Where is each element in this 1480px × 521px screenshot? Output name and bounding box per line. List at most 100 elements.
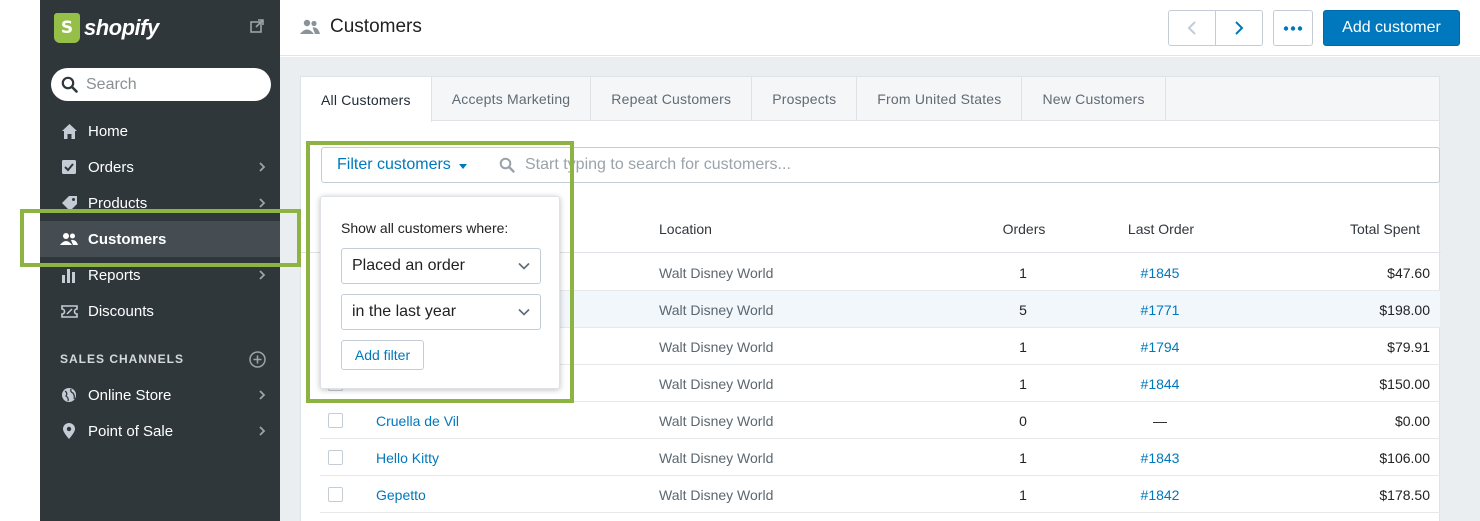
sidebar-item-orders[interactable]: Orders bbox=[40, 149, 280, 185]
last-order-link: — bbox=[1153, 413, 1167, 429]
external-link-icon[interactable] bbox=[250, 19, 264, 33]
globe-icon bbox=[60, 386, 78, 404]
chevron-left-icon bbox=[1187, 21, 1196, 35]
sidebar-item-products[interactable]: Products bbox=[40, 185, 280, 221]
section-label: SALES CHANNELS bbox=[60, 352, 185, 366]
table-row[interactable]: Hello Kitty Walt Disney World 1 #1843 $106.0… bbox=[320, 439, 1440, 476]
filter-popover-label: Show all customers where: bbox=[341, 220, 509, 236]
filter-popover: Show all customers where: Placed an orde… bbox=[320, 196, 560, 389]
chevron-down-icon bbox=[518, 262, 530, 270]
row-checkbox[interactable] bbox=[328, 487, 343, 502]
customer-location: Walt Disney World bbox=[659, 450, 774, 466]
chevron-down-icon bbox=[518, 308, 530, 316]
customer-total-spent: $0.00 bbox=[1394, 413, 1430, 429]
customer-orders-count: 5 bbox=[1019, 302, 1027, 318]
column-header-last-order[interactable]: Last Order bbox=[1111, 221, 1211, 237]
column-header-location[interactable]: Location bbox=[659, 221, 712, 237]
customer-total-spent: $178.50 bbox=[1379, 487, 1430, 503]
logo-text[interactable]: shopify bbox=[84, 15, 159, 41]
customer-name-link[interactable]: Cruella de Vil bbox=[376, 413, 459, 429]
tab-accepts-marketing[interactable]: Accepts Marketing bbox=[432, 77, 592, 120]
customer-location: Walt Disney World bbox=[659, 302, 774, 318]
add-channel-icon[interactable] bbox=[249, 351, 266, 368]
discount-icon bbox=[60, 302, 78, 320]
customers-icon bbox=[300, 19, 320, 34]
last-order-link[interactable]: #1844 bbox=[1110, 376, 1210, 392]
customer-total-spent: $79.91 bbox=[1387, 339, 1430, 355]
customer-orders-count: 1 bbox=[1019, 487, 1027, 503]
sidebar-item-label: Products bbox=[88, 194, 148, 212]
caret-down-icon bbox=[458, 163, 467, 169]
filter-period-select[interactable]: in the last year bbox=[341, 294, 541, 330]
filter-customers-button[interactable]: Filter customers bbox=[322, 156, 497, 174]
page-title: Customers bbox=[330, 16, 422, 37]
sidebar-item-online-store[interactable]: Online Store bbox=[40, 377, 280, 413]
customer-total-spent: $106.00 bbox=[1379, 450, 1430, 466]
home-icon bbox=[60, 122, 78, 140]
more-dots-icon bbox=[1283, 25, 1303, 31]
customer-name-link[interactable]: Hello Kitty bbox=[376, 450, 439, 466]
last-order-link[interactable]: #1843 bbox=[1110, 450, 1210, 466]
row-checkbox[interactable] bbox=[328, 413, 343, 428]
last-order-link[interactable]: #1845 bbox=[1110, 265, 1210, 281]
sidebar-item-label: Online Store bbox=[88, 386, 172, 404]
previous-button[interactable] bbox=[1169, 11, 1215, 45]
sidebar-search-input[interactable] bbox=[86, 75, 256, 94]
customer-orders-count: 1 bbox=[1019, 450, 1027, 466]
customer-location: Walt Disney World bbox=[659, 339, 774, 355]
customer-orders-count: 0 bbox=[1019, 413, 1027, 429]
customer-search-input[interactable] bbox=[525, 156, 1125, 174]
select-value: Placed an order bbox=[352, 257, 465, 274]
customer-total-spent: $47.60 bbox=[1387, 265, 1430, 281]
tab-repeat-customers[interactable]: Repeat Customers bbox=[591, 77, 753, 120]
sidebar-nav: Home Orders Products Customers Reports D… bbox=[40, 113, 280, 449]
tab-all-customers[interactable]: All Customers bbox=[301, 77, 432, 122]
add-customer-button[interactable]: Add customer bbox=[1323, 10, 1460, 46]
tab-new-customers[interactable]: New Customers bbox=[1022, 77, 1166, 120]
chevron-right-icon bbox=[259, 198, 266, 208]
sidebar-item-home[interactable]: Home bbox=[40, 113, 280, 149]
sidebar-item-label: Customers bbox=[88, 230, 167, 248]
sidebar-item-label: Orders bbox=[88, 158, 134, 176]
customer-total-spent: $150.00 bbox=[1379, 376, 1430, 392]
row-checkbox[interactable] bbox=[328, 450, 343, 465]
chevron-right-icon bbox=[259, 270, 266, 280]
customer-location: Walt Disney World bbox=[659, 376, 774, 392]
sidebar-item-customers[interactable]: Customers bbox=[40, 221, 280, 257]
customer-orders-count: 1 bbox=[1019, 339, 1027, 355]
last-order-link[interactable]: #1842 bbox=[1110, 487, 1210, 503]
table-row[interactable]: Cruella de Vil Walt Disney World 0 — $0.00 bbox=[320, 402, 1440, 439]
sidebar-item-label: Home bbox=[88, 122, 129, 140]
tab-prospects[interactable]: Prospects bbox=[752, 77, 858, 120]
topbar: Customers Add customer bbox=[280, 0, 1480, 56]
chevron-right-icon bbox=[259, 390, 266, 400]
location-pin-icon bbox=[60, 422, 78, 440]
sidebar-item-label: Reports bbox=[88, 266, 141, 284]
search-icon bbox=[61, 76, 78, 93]
next-button[interactable] bbox=[1215, 11, 1262, 45]
customer-total-spent: $198.00 bbox=[1379, 302, 1430, 318]
column-header-orders[interactable]: Orders bbox=[974, 221, 1074, 237]
sidebar: S shopify Home Orders bbox=[40, 0, 280, 521]
sidebar-search[interactable] bbox=[51, 68, 271, 101]
last-order-link[interactable]: #1771 bbox=[1110, 302, 1210, 318]
tab-from-united-states[interactable]: From United States bbox=[857, 77, 1023, 120]
shopify-bag-icon[interactable]: S bbox=[54, 13, 80, 43]
customers-icon bbox=[60, 230, 78, 248]
customer-location: Walt Disney World bbox=[659, 265, 774, 281]
tab-bar: All Customers Accepts Marketing Repeat C… bbox=[301, 77, 1439, 122]
sidebar-item-point-of-sale[interactable]: Point of Sale bbox=[40, 413, 280, 449]
table-row[interactable]: Gepetto Walt Disney World 1 #1842 $178.50 bbox=[320, 476, 1440, 513]
sales-channels-heading: SALES CHANNELS bbox=[40, 341, 280, 377]
last-order-link[interactable]: #1794 bbox=[1110, 339, 1210, 355]
sidebar-item-discounts[interactable]: Discounts bbox=[40, 293, 280, 329]
chevron-right-icon bbox=[259, 426, 266, 436]
filter-condition-select[interactable]: Placed an order bbox=[341, 248, 541, 284]
customer-name-link[interactable]: Gepetto bbox=[376, 487, 426, 503]
add-filter-button[interactable]: Add filter bbox=[341, 340, 424, 370]
sidebar-item-reports[interactable]: Reports bbox=[40, 257, 280, 293]
more-actions-button[interactable] bbox=[1273, 10, 1313, 46]
search-icon bbox=[499, 157, 515, 173]
reports-icon bbox=[60, 266, 78, 284]
column-header-total-spent[interactable]: Total Spent bbox=[1350, 221, 1420, 237]
